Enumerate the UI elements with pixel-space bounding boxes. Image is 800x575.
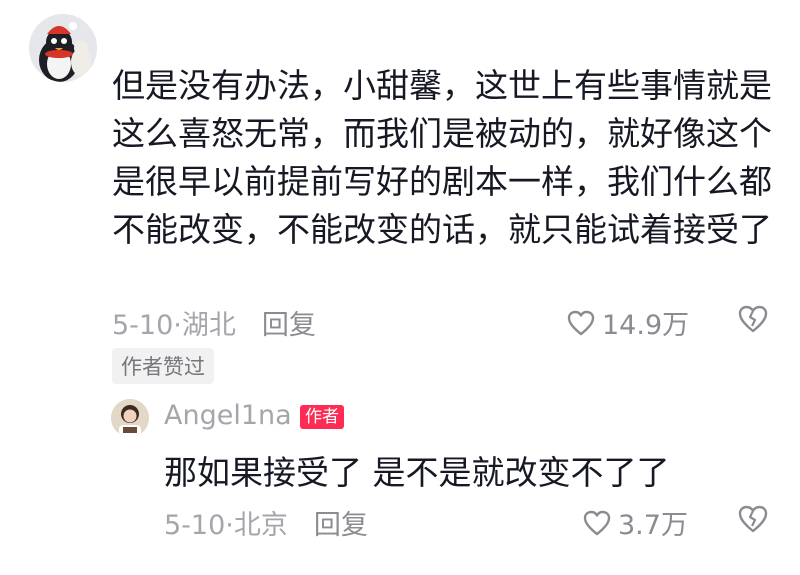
comment-date-location: 5-10·湖北: [112, 310, 236, 341]
author-tag: 作者: [300, 405, 344, 429]
like-button[interactable]: 14.9万: [566, 303, 689, 342]
reply-date-location: 5-10·北京: [164, 510, 288, 541]
avatar[interactable]: [29, 14, 97, 82]
reply-avatar[interactable]: [111, 399, 149, 437]
broken-heart-icon: [738, 505, 768, 533]
penguin-avatar-icon: [29, 14, 97, 82]
dislike-button[interactable]: [737, 304, 769, 338]
reply-dislike-button[interactable]: [737, 504, 769, 538]
comment-meta: 5-10·湖北 回复: [112, 303, 316, 342]
reply-reply-button[interactable]: 回复: [314, 510, 368, 541]
reply-like-count: 3.7万: [618, 510, 688, 541]
reply-username[interactable]: Angel1na: [164, 400, 292, 431]
heart-icon: [567, 310, 595, 335]
girl-avatar-icon: [111, 399, 149, 437]
like-count: 14.9万: [602, 310, 690, 341]
reply-text: 那如果接受了 是不是就改变不了了: [164, 453, 670, 492]
reply-meta: 5-10·北京 回复: [164, 503, 368, 542]
author-liked-badge: 作者赞过: [112, 348, 214, 384]
comment-text: 但是没有办法，小甜馨，这世上有些事情就是这么喜怒无常，而我们是被动的，就好像这个…: [112, 66, 772, 249]
broken-heart-icon: [738, 305, 768, 333]
reply-button[interactable]: 回复: [262, 310, 316, 341]
reply-like-button[interactable]: 3.7万: [582, 503, 688, 542]
heart-icon: [583, 510, 611, 535]
